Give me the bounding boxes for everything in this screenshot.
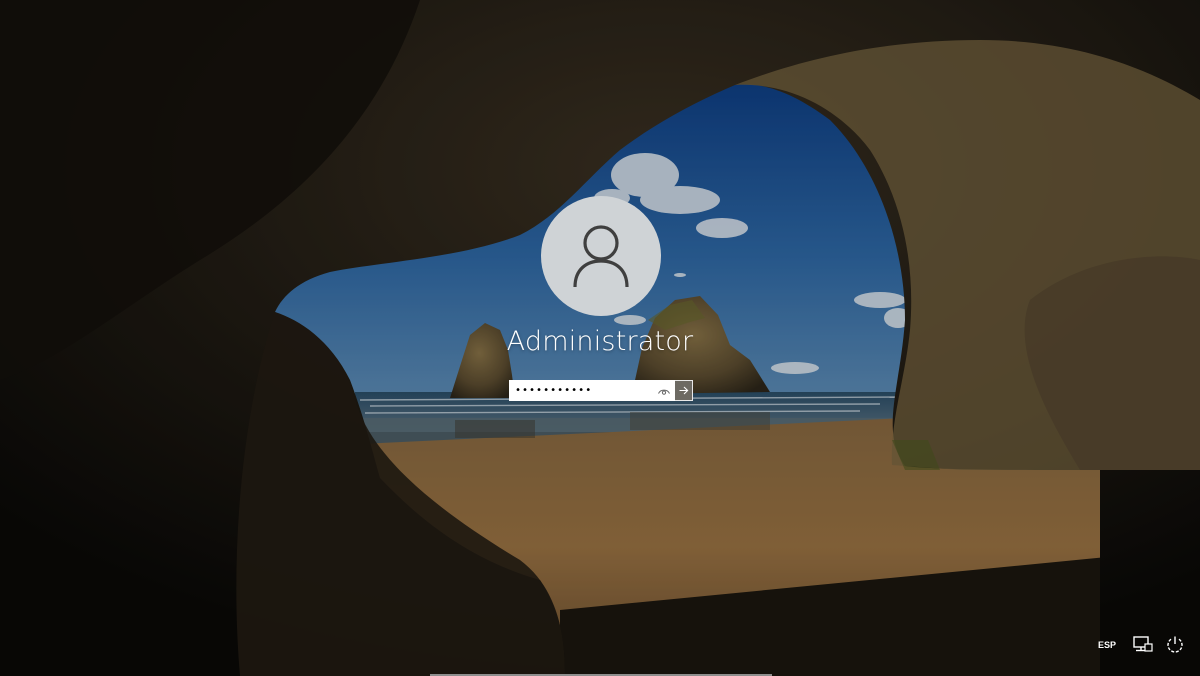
power-icon	[1167, 636, 1183, 653]
network-button[interactable]	[1132, 634, 1154, 656]
submit-button[interactable]	[675, 380, 693, 401]
network-icon	[1133, 636, 1153, 652]
power-button[interactable]	[1164, 634, 1186, 656]
password-input[interactable]	[509, 380, 675, 401]
user-icon	[573, 225, 629, 288]
eye-icon[interactable]	[657, 384, 671, 397]
arrow-right-icon	[679, 386, 688, 395]
user-avatar	[541, 196, 661, 316]
language-indicator[interactable]: ESP	[1098, 640, 1116, 650]
system-tray: ESP	[1098, 634, 1186, 656]
password-row	[509, 380, 693, 401]
username-label: Administrator	[506, 326, 694, 357]
